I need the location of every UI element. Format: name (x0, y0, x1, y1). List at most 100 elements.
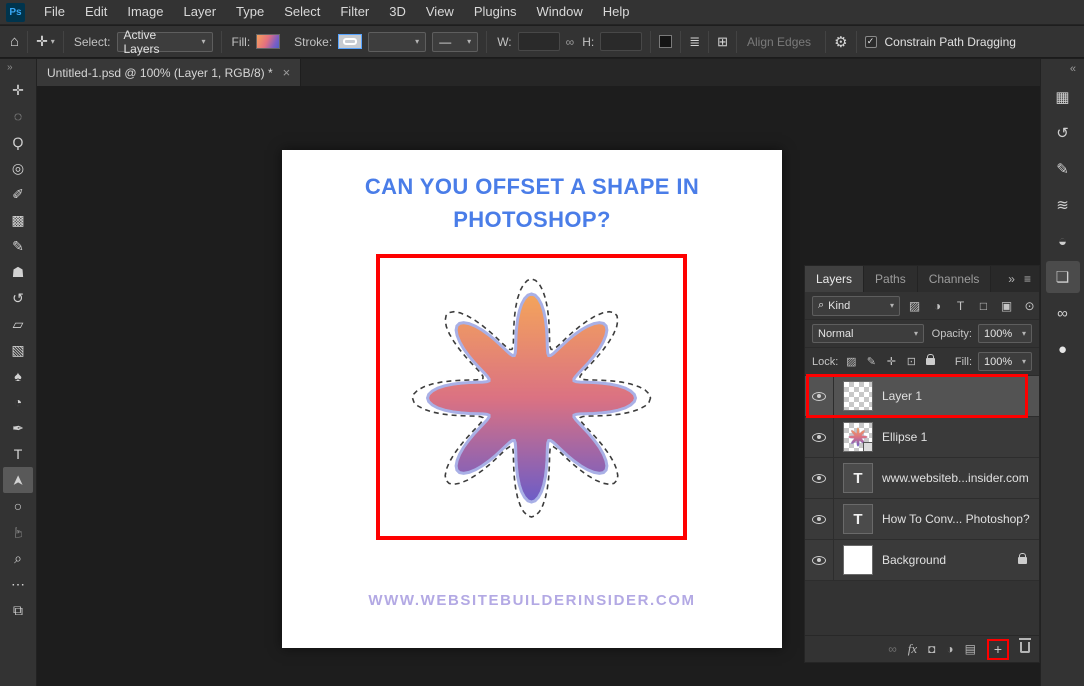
menu-item-image[interactable]: Image (117, 0, 173, 24)
layers-panel-icon[interactable]: ❏ (1046, 261, 1080, 293)
stroke-width-dropdown[interactable]: ▾ (368, 32, 426, 52)
tool-eraser[interactable]: ▱ (3, 311, 33, 337)
layer-name[interactable]: Layer 1 (882, 389, 922, 403)
lock-artboard-icon[interactable]: ⊡ (904, 355, 918, 368)
constrain-checkbox[interactable]: ✓ (865, 36, 877, 48)
tool-dodge[interactable]: ◔ (3, 389, 33, 415)
layer-thumbnail[interactable] (843, 545, 873, 575)
tool-healing[interactable]: ▩ (3, 207, 33, 233)
add-mask-icon[interactable]: ◘ (928, 642, 935, 656)
tool-path-selection[interactable]: ➤ (3, 467, 33, 493)
visibility-toggle[interactable] (805, 458, 834, 498)
layer-style-icon[interactable]: fx (908, 641, 917, 657)
link-dimensions-icon[interactable]: ∞ (566, 35, 575, 49)
fill-swatch[interactable] (256, 34, 280, 49)
delete-layer-button[interactable] (1020, 642, 1030, 656)
link-layers-icon[interactable]: ∞ (888, 642, 897, 656)
tool-swatches[interactable]: ⧉ (3, 597, 33, 623)
tool-preset-picker[interactable]: ✛ ▾ (36, 33, 55, 50)
tool-brush[interactable]: ✎ (3, 233, 33, 259)
menu-item-view[interactable]: View (416, 0, 464, 24)
menu-item-filter[interactable]: Filter (330, 0, 379, 24)
panel-collapse-icon[interactable]: « (1041, 59, 1084, 79)
filter-pixel-icon[interactable]: ▨ (906, 299, 923, 313)
tool-blur[interactable]: ♠ (3, 363, 33, 389)
artboards-panel-icon[interactable]: ▦ (1046, 81, 1080, 113)
text-layer-thumbnail[interactable]: T (843, 463, 873, 493)
select-mode-dropdown[interactable]: Active Layers ▾ (117, 32, 213, 52)
tool-zoom[interactable]: ⌕ (3, 545, 33, 571)
layer-thumbnail[interactable] (843, 422, 873, 452)
menu-item-edit[interactable]: Edit (75, 0, 117, 24)
shape-mode-icon[interactable] (659, 35, 672, 48)
stroke-type-dropdown[interactable]: — ▾ (432, 32, 478, 52)
tool-pen[interactable]: ✒ (3, 415, 33, 441)
panel-menu-icon[interactable]: ≡ (1024, 272, 1031, 286)
tool-gradient[interactable]: ▧ (3, 337, 33, 363)
menu-item-type[interactable]: Type (226, 0, 274, 24)
brush-settings-panel-icon[interactable]: ✎ (1046, 153, 1080, 185)
tool-type[interactable]: T (3, 441, 33, 467)
lock-position-icon[interactable]: ✛ (884, 355, 898, 368)
path-arrangement-icon[interactable]: ⊞ (717, 34, 728, 50)
filter-shape-icon[interactable]: □ (975, 299, 992, 313)
lock-pixels-icon[interactable]: ✎ (864, 355, 878, 368)
menu-item-layer[interactable]: Layer (174, 0, 227, 24)
lock-transparent-icon[interactable]: ▨ (844, 355, 858, 368)
artboard[interactable]: CAN YOU OFFSET A SHAPE IN PHOTOSHOP? WWW… (282, 150, 782, 648)
tool-marquee[interactable]: ◌ (3, 103, 33, 129)
fill-dropdown[interactable]: 100% ▾ (978, 352, 1032, 371)
tab-layers[interactable]: Layers (805, 266, 864, 292)
visibility-toggle[interactable] (805, 417, 834, 457)
blend-mode-dropdown[interactable]: Normal ▾ (812, 324, 924, 343)
adjustments-panel-icon[interactable]: ≋ (1046, 189, 1080, 221)
tool-move[interactable]: ✛ (3, 77, 33, 103)
layer-name[interactable]: Ellipse 1 (882, 430, 927, 444)
layer-row-howto-text[interactable]: T How To Conv... Photoshop? (805, 499, 1039, 540)
home-icon[interactable]: ⌂ (10, 33, 19, 50)
tool-history-brush[interactable]: ↺ (3, 285, 33, 311)
libraries-panel-icon[interactable]: ∞ (1046, 297, 1080, 329)
new-layer-button[interactable]: + (994, 641, 1002, 657)
tool-hand[interactable]: ☞ (3, 519, 33, 545)
layer-row-layer-1[interactable]: Layer 1 (805, 376, 1039, 417)
tab-paths[interactable]: Paths (864, 266, 918, 292)
materials-panel-icon[interactable]: ● (1046, 333, 1080, 365)
filter-adjustment-icon[interactable]: ◑ (929, 299, 946, 313)
history-panel-icon[interactable]: ↺ (1046, 117, 1080, 149)
tool-clone-stamp[interactable]: ☗ (3, 259, 33, 285)
visibility-toggle[interactable] (805, 499, 834, 539)
adjustment-layer-icon[interactable]: ◑ (946, 642, 953, 656)
tool-more[interactable]: ⋯ (3, 571, 33, 597)
text-layer-thumbnail[interactable]: T (843, 504, 873, 534)
toolbar-collapse-icon[interactable]: » (0, 59, 36, 77)
layer-thumbnail[interactable] (843, 381, 873, 411)
new-group-icon[interactable]: ▤ (965, 642, 976, 656)
menu-item-file[interactable]: File (34, 0, 75, 24)
layer-name[interactable]: Background (882, 553, 946, 567)
menu-item-window[interactable]: Window (526, 0, 592, 24)
menu-item-3d[interactable]: 3D (379, 0, 416, 24)
tool-lasso[interactable]: Ϙ (3, 129, 33, 155)
opacity-dropdown[interactable]: 100% ▾ (978, 324, 1032, 343)
filter-switch-icon[interactable]: ⊙ (1021, 299, 1038, 313)
height-input[interactable] (600, 32, 642, 51)
path-alignment-icon[interactable]: ≣ (689, 34, 700, 50)
close-icon[interactable]: × (283, 65, 291, 80)
gear-icon[interactable]: ⚙ (834, 33, 847, 51)
tool-quick-selection[interactable]: ◎ (3, 155, 33, 181)
photoshop-logo[interactable]: Ps (6, 3, 25, 22)
visibility-toggle[interactable] (805, 540, 834, 580)
menu-item-plugins[interactable]: Plugins (464, 0, 527, 24)
layer-name[interactable]: How To Conv... Photoshop? (882, 512, 1030, 526)
layer-row-background[interactable]: Background (805, 540, 1039, 581)
layer-name[interactable]: www.websiteb...insider.com (882, 471, 1029, 485)
stroke-swatch[interactable] (338, 34, 362, 49)
document-tab[interactable]: Untitled-1.psd @ 100% (Layer 1, RGB/8) *… (37, 59, 301, 86)
lock-all-icon[interactable] (926, 358, 935, 365)
tab-channels[interactable]: Channels (918, 266, 992, 292)
layer-row-ellipse-1[interactable]: Ellipse 1 (805, 417, 1039, 458)
tool-ellipse[interactable]: ○ (3, 493, 33, 519)
layer-row-website-text[interactable]: T www.websiteb...insider.com (805, 458, 1039, 499)
width-input[interactable] (518, 32, 560, 51)
